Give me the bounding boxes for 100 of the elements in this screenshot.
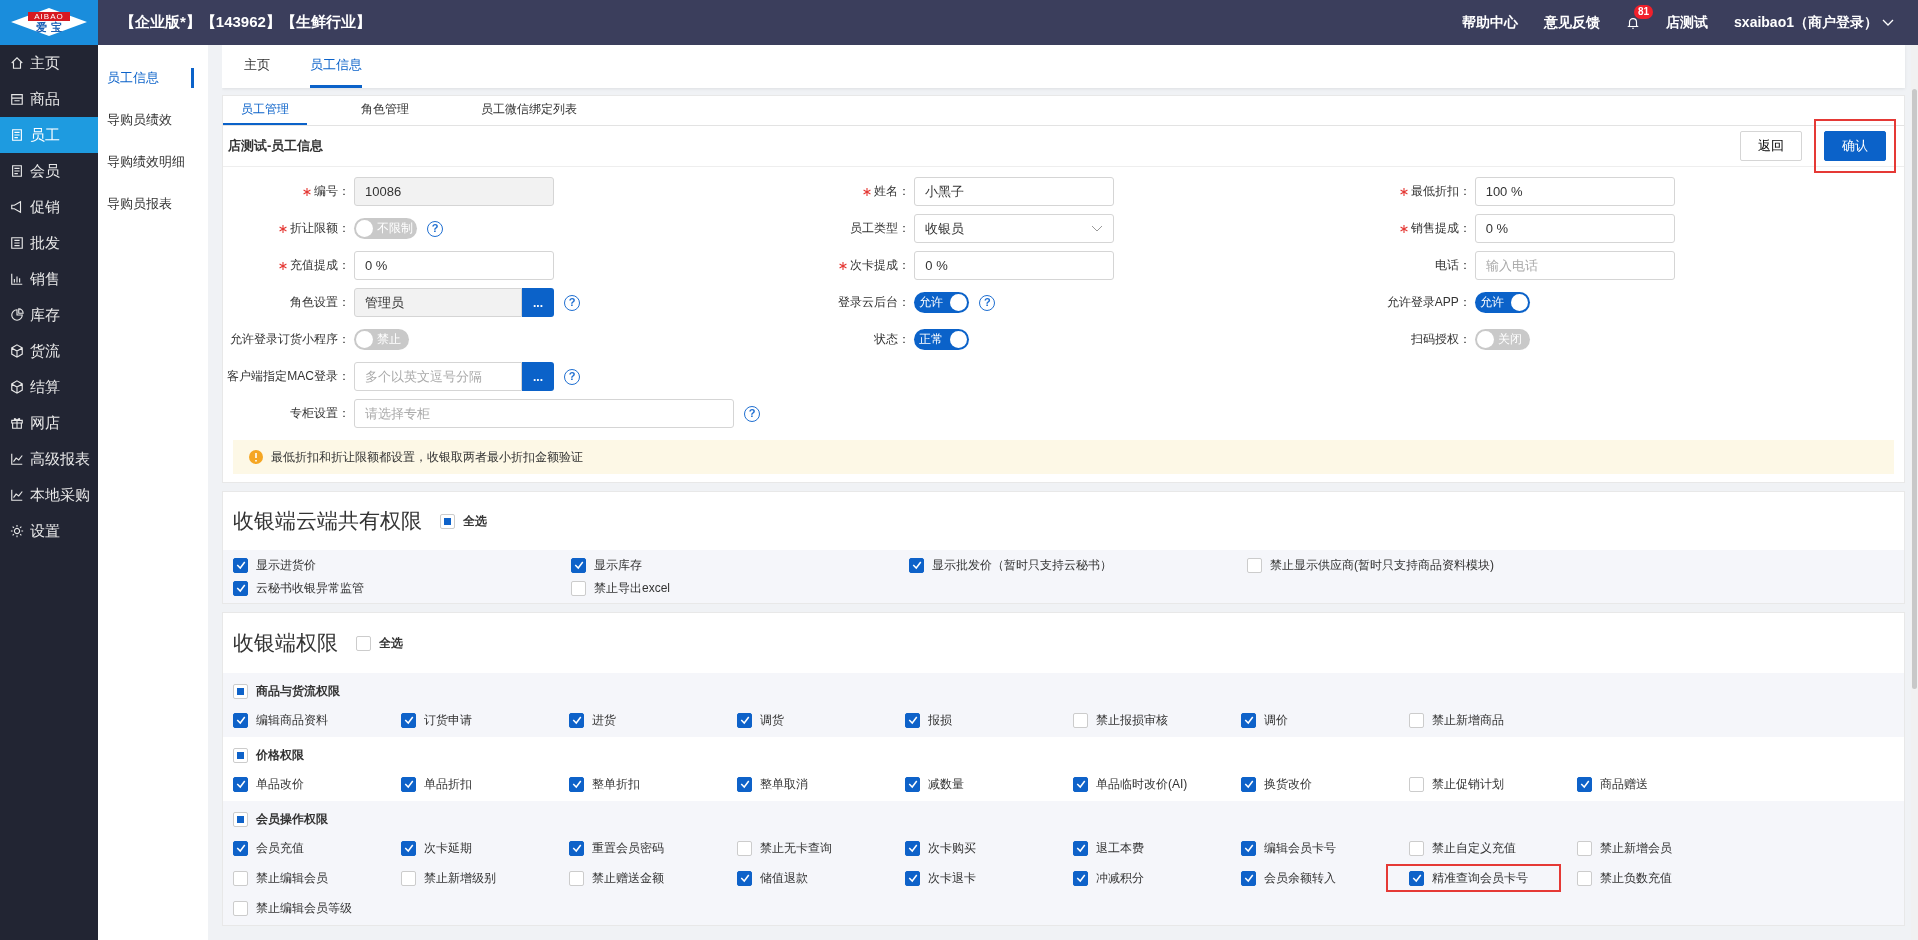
checkbox-label[interactable]: 报损 — [928, 711, 952, 729]
sub-tab[interactable]: 员工微信绑定列表 — [463, 96, 595, 125]
sidebar-item[interactable]: 销售 — [0, 261, 98, 297]
checkbox[interactable] — [401, 776, 416, 792]
header-link[interactable]: 意见反馈 — [1544, 13, 1601, 32]
store-name[interactable]: 店测试 — [1666, 13, 1709, 32]
sidebar-item[interactable]: 本地采购 — [0, 477, 98, 513]
back-button[interactable]: 返回 — [1740, 131, 1802, 161]
checkbox-label[interactable]: 禁止新增级别 — [424, 869, 496, 887]
sidebar-item[interactable]: 主页 — [0, 45, 98, 81]
checkbox[interactable] — [233, 580, 248, 596]
checkbox[interactable] — [1241, 840, 1256, 856]
chevron-down-icon[interactable] — [1882, 18, 1894, 27]
sidebar-item[interactable]: 批发 — [0, 225, 98, 261]
select-field[interactable]: 收银员 — [914, 214, 1115, 243]
checkbox[interactable] — [233, 776, 248, 792]
subnav-item[interactable]: 导购员报表 — [98, 183, 208, 225]
sidebar-item[interactable]: 货流 — [0, 333, 98, 369]
checkbox-label[interactable]: 禁止新增会员 — [1600, 839, 1672, 857]
checkbox-label[interactable]: 调货 — [760, 711, 784, 729]
checkbox[interactable] — [569, 776, 584, 792]
checkbox-label[interactable]: 整单折扣 — [592, 775, 640, 793]
checkbox-label[interactable]: 整单取消 — [760, 775, 808, 793]
more-button[interactable]: ... — [522, 362, 554, 391]
toggle-switch[interactable]: 允许 — [1474, 292, 1530, 313]
sidebar-item[interactable]: 库存 — [0, 297, 98, 333]
checkbox[interactable] — [401, 712, 416, 728]
checkbox-label[interactable]: 禁止负数充值 — [1600, 869, 1672, 887]
checkbox-label[interactable]: 禁止无卡查询 — [760, 839, 832, 857]
sidebar-item[interactable]: 网店 — [0, 405, 98, 441]
sidebar-item[interactable]: 结算 — [0, 369, 98, 405]
checkbox[interactable] — [233, 840, 248, 856]
sidebar-item[interactable]: 商品 — [0, 81, 98, 117]
checkbox-label[interactable]: 禁止自定义充值 — [1432, 839, 1516, 857]
checkbox-label[interactable]: 储值退款 — [760, 869, 808, 887]
checkbox[interactable] — [909, 557, 924, 573]
select-all-label[interactable]: 全选 — [379, 634, 403, 652]
checkbox-label[interactable]: 云秘书收银异常监管 — [256, 579, 364, 597]
checkbox-label[interactable]: 禁止编辑会员 — [256, 869, 328, 887]
confirm-button[interactable]: 确认 — [1824, 131, 1886, 161]
checkbox-label[interactable]: 禁止新增商品 — [1432, 711, 1504, 729]
input-field[interactable]: 输入电话 — [1474, 251, 1675, 280]
checkbox[interactable] — [1073, 870, 1088, 886]
checkbox[interactable] — [905, 776, 920, 792]
sidebar-item[interactable]: 会员 — [0, 153, 98, 189]
checkbox-label[interactable]: 调价 — [1264, 711, 1288, 729]
input-field[interactable]: 0 % — [914, 251, 1115, 280]
subnav-item[interactable]: 导购员绩效 — [98, 99, 208, 141]
page-tab[interactable]: 主页 — [244, 45, 270, 88]
checkbox-label[interactable]: 显示库存 — [594, 556, 642, 574]
sidebar-item[interactable]: 设置 — [0, 513, 98, 549]
checkbox-label[interactable]: 商品赠送 — [1600, 775, 1648, 793]
checkbox[interactable] — [401, 840, 416, 856]
checkbox-label[interactable]: 精准查询会员卡号 — [1432, 869, 1528, 887]
checkbox-label[interactable]: 禁止编辑会员等级 — [256, 899, 352, 917]
checkbox-label[interactable]: 单品改价 — [256, 775, 304, 793]
checkbox[interactable] — [1241, 712, 1256, 728]
checkbox[interactable] — [905, 870, 920, 886]
checkbox-label[interactable]: 订货申请 — [424, 711, 472, 729]
sidebar-item[interactable]: 促销 — [0, 189, 98, 225]
checkbox-label[interactable]: 换货改价 — [1264, 775, 1312, 793]
checkbox-label[interactable]: 会员余额转入 — [1264, 869, 1336, 887]
checkbox[interactable] — [1241, 870, 1256, 886]
select-all-label[interactable]: 全选 — [463, 512, 487, 530]
sub-tab[interactable]: 角色管理 — [343, 96, 427, 125]
sub-tab[interactable]: 员工管理 — [223, 96, 307, 125]
checkbox-label[interactable]: 编辑会员卡号 — [1264, 839, 1336, 857]
input-field[interactable]: 小黑子 — [914, 177, 1115, 206]
checkbox[interactable] — [233, 712, 248, 728]
input-field[interactable]: 0 % — [354, 251, 554, 280]
checkbox[interactable] — [233, 557, 248, 573]
checkbox-label[interactable]: 禁止赠送金额 — [592, 869, 664, 887]
checkbox[interactable] — [905, 840, 920, 856]
checkbox-label[interactable]: 单品临时改价(AI) — [1096, 775, 1188, 793]
checkbox-label[interactable]: 禁止导出excel — [594, 579, 670, 597]
checkbox[interactable] — [1073, 840, 1088, 856]
subnav-item[interactable]: 员工信息 — [98, 68, 194, 88]
checkbox[interactable] — [571, 557, 586, 573]
input-field[interactable]: 100 % — [1474, 177, 1675, 206]
checkbox[interactable] — [737, 776, 752, 792]
header-link[interactable]: 帮助中心 — [1462, 13, 1519, 32]
checkbox-label[interactable]: 重置会员密码 — [592, 839, 664, 857]
checkbox[interactable] — [569, 840, 584, 856]
logo[interactable]: AIBAO 爱 宝 — [0, 0, 98, 45]
checkbox[interactable] — [905, 712, 920, 728]
scrollbar[interactable] — [1911, 45, 1918, 940]
checkbox-label[interactable]: 显示批发价（暂时只支持云秘书） — [932, 556, 1112, 574]
input-field[interactable]: 10086 — [354, 177, 554, 206]
input-field[interactable]: 0 % — [1474, 214, 1675, 243]
checkbox-label[interactable]: 显示进货价 — [256, 556, 316, 574]
sidebar-item[interactable]: 高级报表 — [0, 441, 98, 477]
checkbox-label[interactable]: 次卡延期 — [424, 839, 472, 857]
checkbox-label[interactable]: 冲减积分 — [1096, 869, 1144, 887]
checkbox-label[interactable]: 退工本费 — [1096, 839, 1144, 857]
checkbox-label[interactable]: 减数量 — [928, 775, 964, 793]
checkbox[interactable] — [737, 870, 752, 886]
checkbox[interactable] — [1577, 776, 1592, 792]
checkbox[interactable] — [1409, 870, 1424, 886]
checkbox[interactable] — [1241, 776, 1256, 792]
checkbox-label[interactable]: 次卡购买 — [928, 839, 976, 857]
